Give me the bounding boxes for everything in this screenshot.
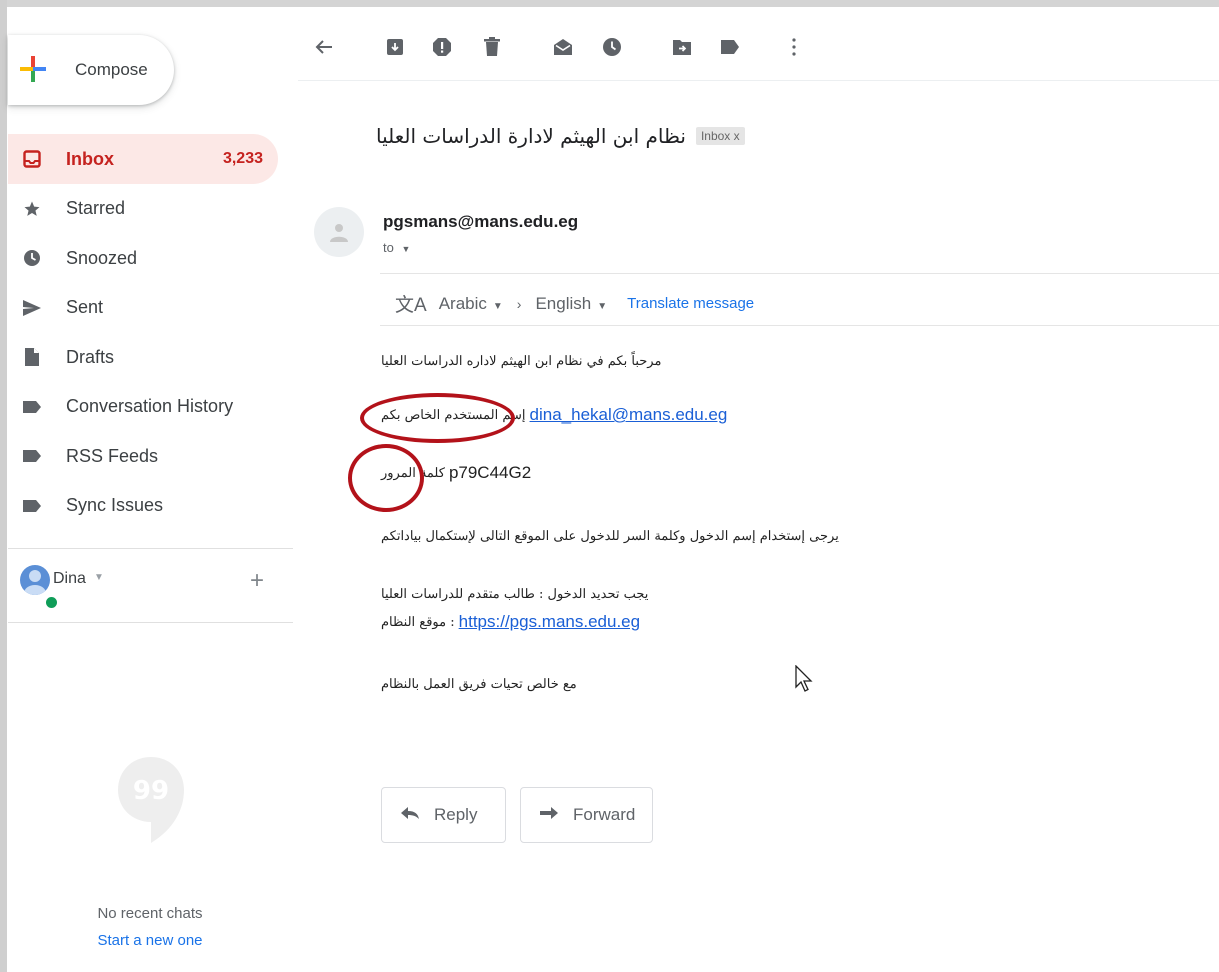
sidebar-item-conversation-history[interactable]: Conversation History	[8, 382, 278, 432]
sidebar-item-snoozed[interactable]: Snoozed	[8, 234, 278, 284]
delete-icon[interactable]	[480, 35, 504, 59]
password-value: p79C44G2	[448, 463, 532, 482]
target-language-select[interactable]: English ▼	[535, 294, 607, 314]
sidebar-nav: Inbox 3,233 Starred Snoozed Sent Drafts …	[8, 134, 278, 531]
labels-icon[interactable]	[718, 35, 742, 59]
hangouts-quote-icon: 99	[118, 757, 184, 843]
sidebar-item-label: Inbox	[66, 148, 114, 169]
reply-icon	[400, 805, 420, 825]
start-new-chat-link[interactable]: Start a new one	[0, 932, 300, 949]
sidebar-item-rss-feeds[interactable]: RSS Feeds	[8, 432, 278, 482]
report-spam-icon[interactable]	[430, 35, 454, 59]
draft-icon	[22, 347, 42, 367]
sidebar-item-drafts[interactable]: Drafts	[8, 333, 278, 383]
compose-button[interactable]: Compose	[8, 35, 174, 105]
add-chat-icon[interactable]: +	[250, 567, 264, 595]
more-vert-icon[interactable]	[782, 35, 806, 59]
to-label: to	[383, 240, 394, 255]
window-frame-top	[0, 0, 1219, 7]
instruction-line: يرجى إستخدام إسم الدخول وكلمة السر للدخو…	[381, 527, 839, 545]
role-text: يجب تحديد الدخول : طالب متقدم للدراسات ا…	[381, 587, 649, 602]
toolbar-divider	[298, 80, 1219, 81]
label-icon	[22, 446, 42, 466]
label-icon	[22, 397, 42, 417]
compose-plus-icon	[20, 56, 46, 82]
sidebar-item-label: Drafts	[66, 346, 115, 367]
translate-icon: 文A	[395, 295, 427, 316]
snooze-icon[interactable]	[600, 35, 624, 59]
site-line: : موقع النظام https://pgs.mans.edu.eg	[381, 612, 640, 632]
site-url-link[interactable]: https://pgs.mans.edu.eg	[459, 612, 640, 632]
sidebar-item-label: RSS Feeds	[66, 445, 159, 466]
avatar[interactable]	[20, 565, 50, 595]
reply-label: Reply	[434, 805, 478, 824]
closing-text: مع خالص تحيات فريق العمل بالنظام	[381, 677, 577, 692]
role-line: يجب تحديد الدخول : طالب متقدم للدراسات ا…	[381, 585, 648, 603]
instruction-text: يرجى إستخدام إسم الدخول وكلمة السر للدخو…	[381, 529, 839, 544]
sidebar-divider	[8, 548, 293, 549]
clock-icon	[22, 248, 42, 268]
sidebar-item-sync-issues[interactable]: Sync Issues	[8, 481, 278, 531]
annotation-circle-username	[360, 393, 515, 443]
inbox-icon	[22, 149, 42, 169]
header-divider	[380, 273, 1219, 274]
sidebar-item-inbox[interactable]: Inbox 3,233	[8, 134, 278, 184]
forward-label: Forward	[573, 805, 636, 824]
svg-text:99: 99	[133, 776, 169, 806]
star-icon	[22, 199, 42, 219]
recipient-dropdown-icon[interactable]: ▼	[401, 244, 410, 254]
username-email-link[interactable]: dina_hekal@mans.edu.eg	[530, 405, 728, 425]
sidebar-item-label: Starred	[66, 198, 126, 219]
sidebar-item-sent[interactable]: Sent	[8, 283, 278, 333]
label-icon	[22, 496, 42, 516]
translate-divider	[380, 325, 1219, 326]
chevron-right-icon: ›	[516, 295, 522, 312]
window-frame-left	[0, 0, 7, 972]
closing-line: مع خالص تحيات فريق العمل بالنظام	[381, 675, 577, 693]
online-status-dot	[44, 595, 59, 610]
inbox-count-badge: 3,233	[222, 150, 263, 167]
sidebar-item-starred[interactable]: Starred	[8, 184, 278, 234]
recipient-line[interactable]: to ▼	[383, 240, 410, 255]
sidebar-item-label: Snoozed	[66, 247, 138, 268]
page-title: نظام ابن الهيثم لادارة الدراسات العليا	[376, 124, 686, 148]
back-arrow-icon[interactable]	[312, 35, 336, 59]
sender-email[interactable]: pgsmans@mans.edu.eg	[383, 212, 578, 232]
inbox-label-badge[interactable]: Inbox x	[695, 127, 745, 145]
user-dropdown-icon[interactable]: ▼	[94, 572, 104, 583]
move-to-icon[interactable]	[670, 35, 694, 59]
mark-unread-icon[interactable]	[551, 35, 575, 59]
message-subject-row: Inbox x نظام ابن الهيثم لادارة الدراسات …	[376, 124, 752, 148]
send-icon	[22, 298, 42, 318]
site-label: : موقع النظام	[381, 614, 455, 630]
sidebar-item-label: Sent	[66, 297, 104, 318]
hangouts-user-name[interactable]: Dina	[53, 570, 86, 588]
translate-bar: 文A Arabic ▼ › English ▼ Translate message	[395, 290, 754, 317]
sidebar-item-label: Conversation History	[66, 396, 234, 417]
sender-avatar	[314, 207, 364, 257]
sidebar-divider	[8, 622, 293, 623]
compose-label: Compose	[75, 60, 148, 79]
sidebar-item-label: Sync Issues	[66, 495, 164, 516]
reply-button[interactable]: Reply	[381, 787, 506, 843]
no-recent-chats-text: No recent chats	[97, 905, 203, 922]
body-greeting-line: مرحباً بكم في نظام ابن الهيثم لاداره الد…	[381, 352, 661, 370]
forward-icon	[539, 805, 559, 825]
mouse-cursor-icon	[795, 665, 813, 692]
greeting-text: مرحباً بكم في نظام ابن الهيثم لاداره الد…	[381, 354, 662, 369]
forward-button[interactable]: Forward	[520, 787, 653, 843]
archive-icon[interactable]	[383, 35, 407, 59]
annotation-circle-password	[348, 444, 424, 512]
source-language-select[interactable]: Arabic ▼	[439, 294, 503, 314]
translate-message-link[interactable]: Translate message	[627, 295, 754, 312]
